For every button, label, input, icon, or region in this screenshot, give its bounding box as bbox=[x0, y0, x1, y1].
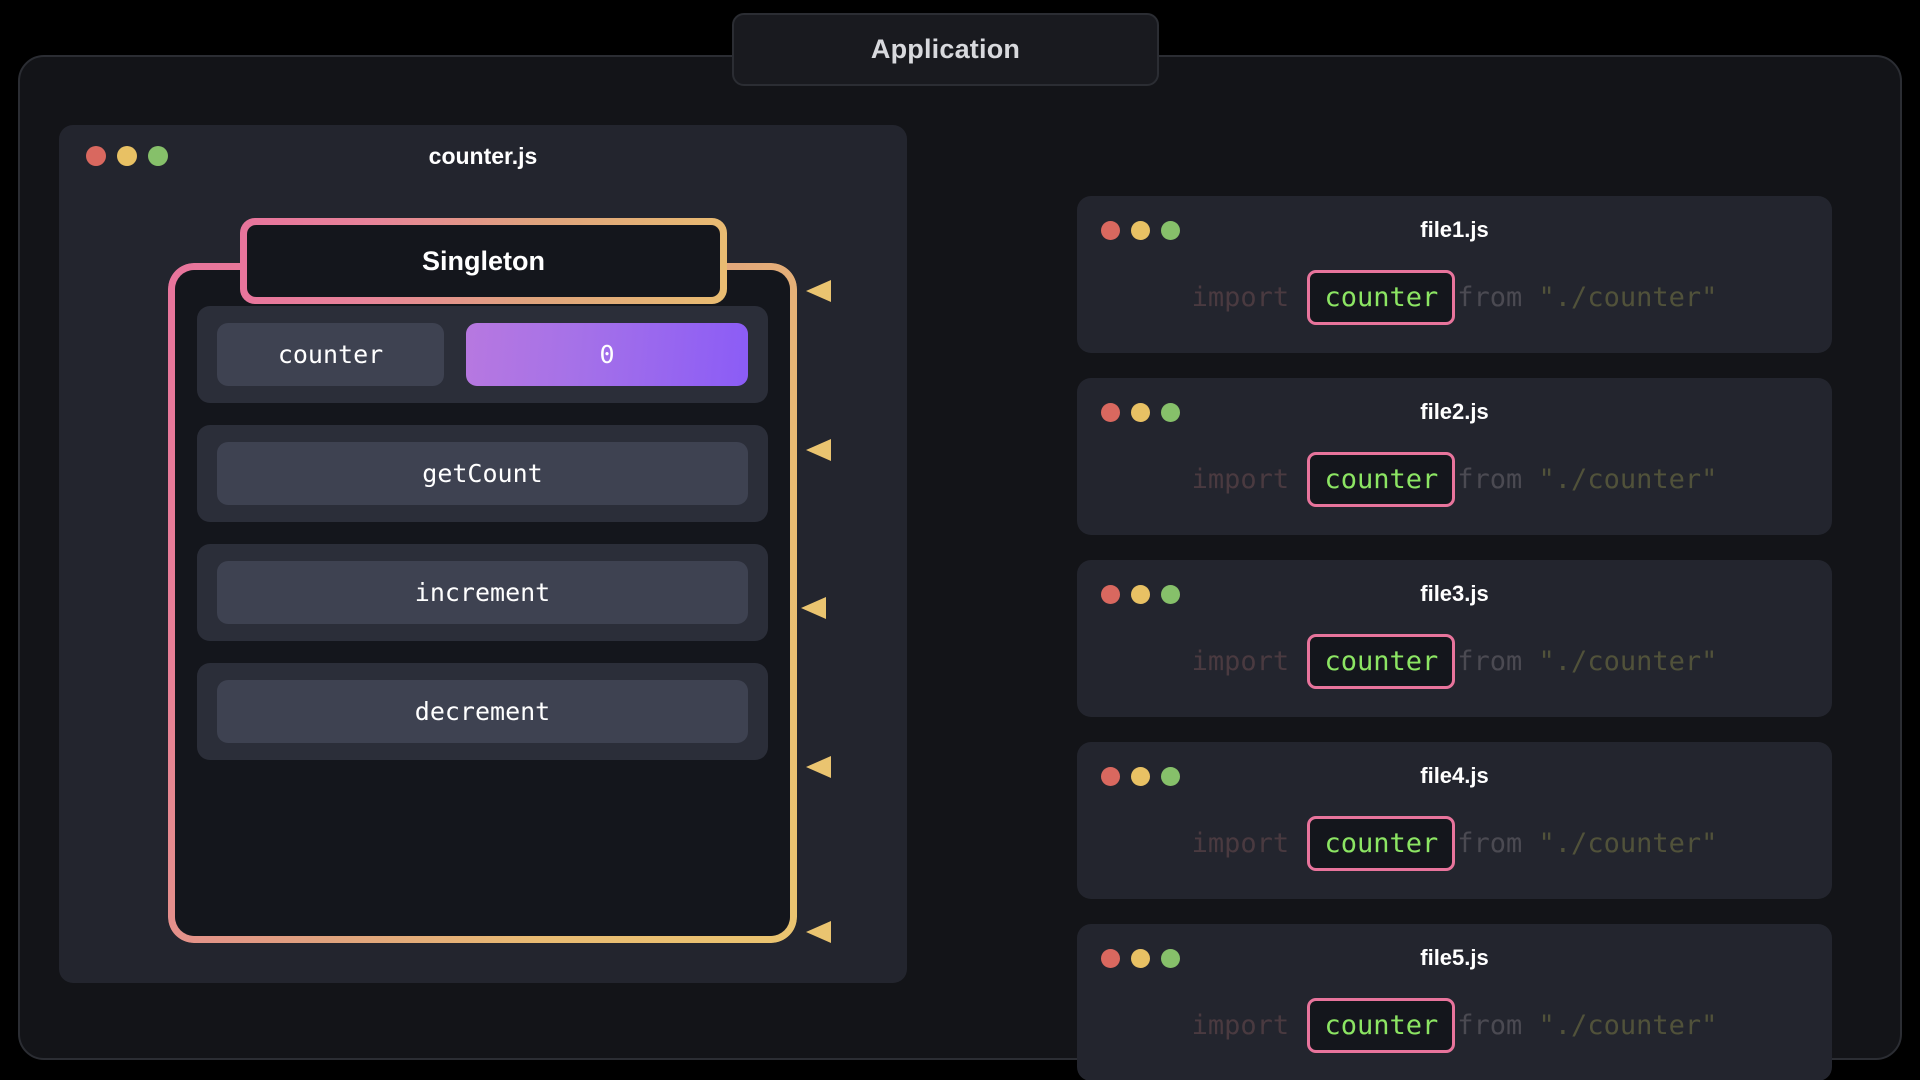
file-card-title: file5.js bbox=[1420, 945, 1489, 970]
method-chip-decrement: decrement bbox=[217, 680, 748, 743]
close-dot-icon[interactable] bbox=[1101, 402, 1120, 422]
import-statement: import counter from "./counter" bbox=[1101, 994, 1808, 1056]
file-card-titlebar: file5.js bbox=[1101, 944, 1808, 972]
minimize-dot-icon[interactable] bbox=[1131, 584, 1150, 604]
diagram-canvas: Application counter.js counter 0 getCoun… bbox=[0, 0, 1920, 1080]
application-title-tab: Application bbox=[732, 13, 1159, 86]
imported-binding: counter bbox=[1307, 997, 1456, 1053]
close-dot-icon[interactable] bbox=[1101, 220, 1120, 240]
singleton-method-row: decrement bbox=[197, 663, 768, 760]
import-statement: import counter from "./counter" bbox=[1101, 448, 1808, 510]
import-keyword: import bbox=[1191, 1009, 1290, 1041]
file-card: file4.js import counter from "./counter" bbox=[1077, 742, 1832, 899]
traffic-lights bbox=[1101, 402, 1180, 422]
file-card-title: file3.js bbox=[1420, 581, 1489, 606]
file-card: file1.js import counter from "./counter" bbox=[1077, 196, 1832, 353]
file-card: file5.js import counter from "./counter" bbox=[1077, 924, 1832, 1080]
file-card-title: file1.js bbox=[1420, 217, 1489, 242]
singleton-method-row: getCount bbox=[197, 425, 768, 522]
minimize-dot-icon[interactable] bbox=[1131, 220, 1150, 240]
from-keyword: from bbox=[1457, 645, 1523, 677]
minimize-dot-icon[interactable] bbox=[1131, 766, 1150, 786]
minimize-dot-icon[interactable] bbox=[1131, 948, 1150, 968]
file-card: file3.js import counter from "./counter" bbox=[1077, 560, 1832, 717]
close-dot-icon[interactable] bbox=[1101, 948, 1120, 968]
import-statement: import counter from "./counter" bbox=[1101, 630, 1808, 692]
traffic-lights bbox=[1101, 766, 1180, 786]
maximize-dot-icon[interactable] bbox=[1161, 220, 1180, 240]
import-keyword: import bbox=[1191, 463, 1290, 495]
file-card-titlebar: file3.js bbox=[1101, 580, 1808, 608]
module-source: "./counter" bbox=[1538, 645, 1718, 677]
maximize-dot-icon[interactable] bbox=[1161, 584, 1180, 604]
singleton-property-row: counter 0 bbox=[197, 306, 768, 403]
imported-binding: counter bbox=[1307, 269, 1456, 325]
maximize-dot-icon[interactable] bbox=[1161, 766, 1180, 786]
traffic-lights bbox=[1101, 584, 1180, 604]
from-keyword: from bbox=[1457, 463, 1523, 495]
import-keyword: import bbox=[1191, 645, 1290, 677]
imported-binding: counter bbox=[1307, 815, 1456, 871]
traffic-lights bbox=[1101, 948, 1180, 968]
singleton-construct: counter 0 getCount increment decrement S… bbox=[168, 218, 797, 943]
traffic-lights bbox=[86, 146, 168, 166]
property-value-chip: 0 bbox=[466, 323, 748, 386]
counter-window-titlebar: counter.js bbox=[59, 125, 907, 187]
from-keyword: from bbox=[1457, 827, 1523, 859]
file-card-titlebar: file1.js bbox=[1101, 216, 1808, 244]
property-name-chip: counter bbox=[217, 323, 444, 386]
minimize-dot-icon[interactable] bbox=[1131, 402, 1150, 422]
file-card-titlebar: file4.js bbox=[1101, 762, 1808, 790]
import-keyword: import bbox=[1191, 827, 1290, 859]
file-card: file2.js import counter from "./counter" bbox=[1077, 378, 1832, 535]
singleton-method-row: increment bbox=[197, 544, 768, 641]
module-source: "./counter" bbox=[1538, 1009, 1718, 1041]
application-title: Application bbox=[870, 34, 1021, 64]
traffic-lights bbox=[1101, 220, 1180, 240]
method-chip-getcount: getCount bbox=[217, 442, 748, 505]
import-statement: import counter from "./counter" bbox=[1101, 266, 1808, 328]
close-dot-icon[interactable] bbox=[1101, 766, 1120, 786]
imported-binding: counter bbox=[1307, 633, 1456, 689]
file-card-titlebar: file2.js bbox=[1101, 398, 1808, 426]
singleton-label: Singleton bbox=[422, 245, 545, 276]
from-keyword: from bbox=[1457, 1009, 1523, 1041]
counter-window-title: counter.js bbox=[428, 142, 538, 169]
module-source: "./counter" bbox=[1538, 827, 1718, 859]
module-source: "./counter" bbox=[1538, 281, 1718, 313]
singleton-body: counter 0 getCount increment decrement bbox=[175, 270, 790, 936]
file-card-title: file4.js bbox=[1420, 763, 1489, 788]
from-keyword: from bbox=[1457, 281, 1523, 313]
close-dot-icon[interactable] bbox=[1101, 584, 1120, 604]
file-card-title: file2.js bbox=[1420, 399, 1489, 424]
maximize-dot-icon[interactable] bbox=[1161, 948, 1180, 968]
import-keyword: import bbox=[1191, 281, 1290, 313]
singleton-header-badge: Singleton bbox=[240, 218, 727, 304]
maximize-dot-icon[interactable] bbox=[148, 146, 168, 166]
module-source: "./counter" bbox=[1538, 463, 1718, 495]
imported-binding: counter bbox=[1307, 451, 1456, 507]
import-statement: import counter from "./counter" bbox=[1101, 812, 1808, 874]
close-dot-icon[interactable] bbox=[86, 146, 106, 166]
method-chip-increment: increment bbox=[217, 561, 748, 624]
minimize-dot-icon[interactable] bbox=[117, 146, 137, 166]
maximize-dot-icon[interactable] bbox=[1161, 402, 1180, 422]
importing-files-column: file1.js import counter from "./counter" … bbox=[1077, 196, 1832, 1080]
